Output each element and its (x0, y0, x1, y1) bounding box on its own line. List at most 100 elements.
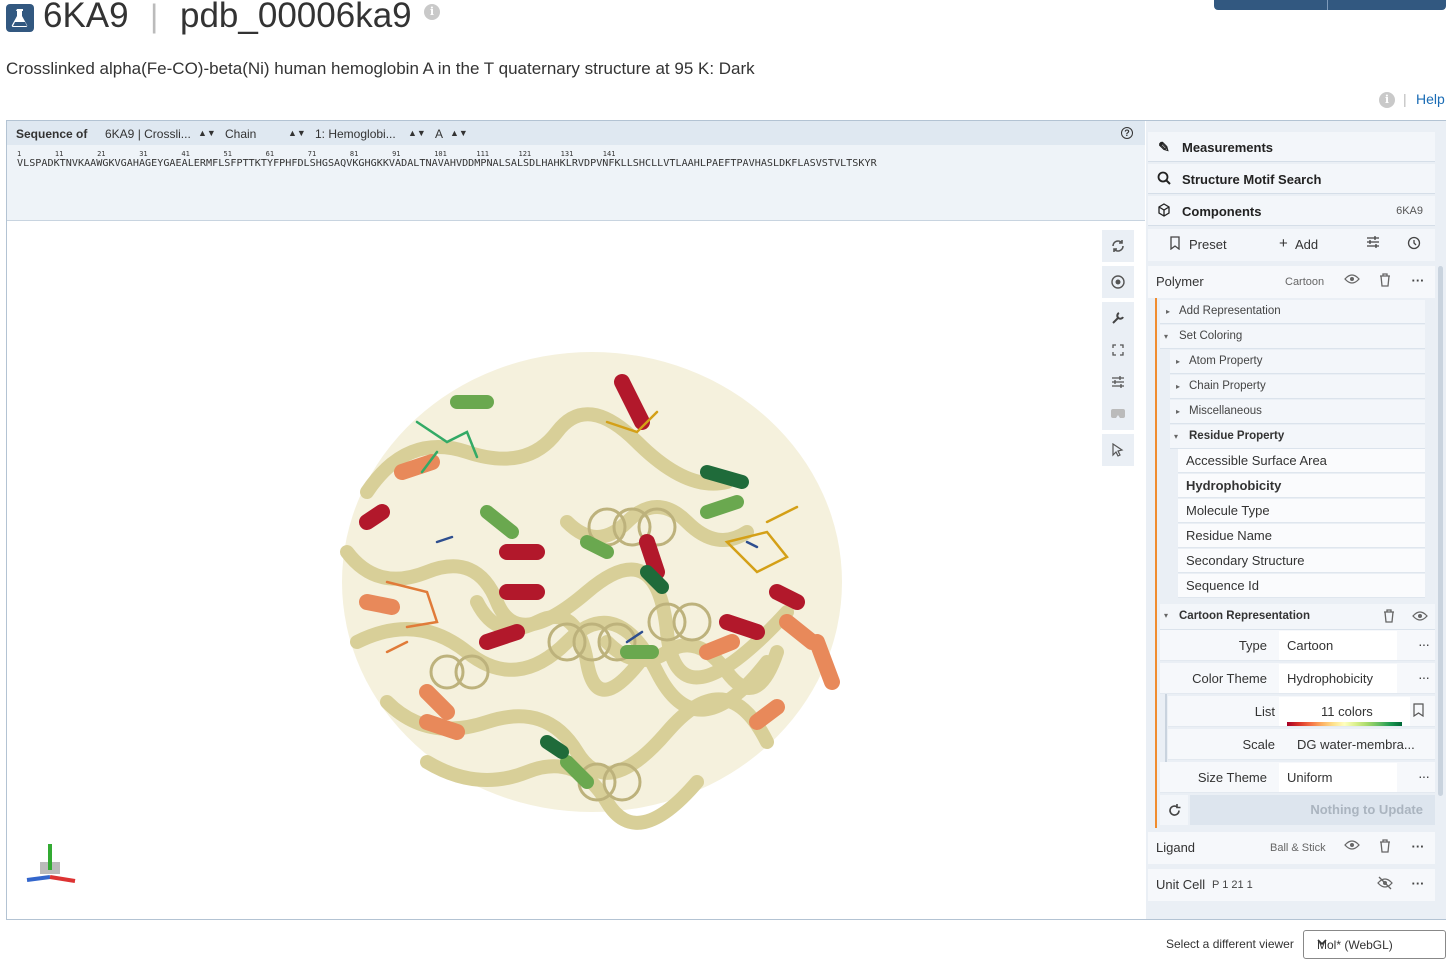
instance-select-chevron-icon[interactable]: ▲▼ (450, 128, 468, 138)
bookmark-icon[interactable] (1413, 703, 1425, 720)
caret-down-icon: ▾ (1174, 432, 1179, 441)
scale-field: Scale DG water-membra... (1168, 729, 1435, 760)
wrench-icon[interactable] (1102, 302, 1134, 334)
preset-button[interactable]: Preset (1189, 237, 1227, 252)
help-link[interactable]: Help (1416, 91, 1445, 107)
reset-camera-icon[interactable] (1102, 230, 1134, 262)
entry-id: 6KA9 (43, 0, 129, 35)
chain-mode-chevron-icon[interactable]: ▲▼ (288, 128, 306, 138)
sequence-label: Sequence of (16, 127, 88, 141)
unit-cell-row[interactable]: Unit Cell P 1 21 1 ··· (1148, 869, 1435, 901)
sequence-toolbar: Sequence of 6KA9 | Crossli... ▲▼ Chain ▲… (7, 121, 1145, 145)
plus-icon: + (1279, 235, 1288, 252)
polymer-accent-bar (1155, 298, 1157, 828)
measurements-header[interactable]: ✎ Measurements (1148, 132, 1435, 162)
more-icon[interactable]: ··· (1418, 669, 1430, 685)
atom-property-item[interactable]: ▸ Atom Property (1170, 350, 1425, 374)
caret-down-icon: ▾ (1164, 611, 1169, 620)
option-accessible-surface-area[interactable]: Accessible Surface Area (1178, 449, 1425, 473)
update-row: Nothing to Update (1160, 795, 1435, 825)
more-icon[interactable]: ··· (1409, 839, 1427, 857)
chain-mode-select[interactable]: Chain (225, 127, 256, 141)
nothing-to-update-button[interactable]: Nothing to Update (1190, 795, 1435, 825)
size-theme-field: Size Theme Uniform ··· (1160, 762, 1435, 793)
eye-icon[interactable] (1343, 839, 1361, 857)
screenshot-icon[interactable] (1102, 266, 1134, 298)
option-residue-name[interactable]: Residue Name (1178, 524, 1425, 548)
option-secondary-structure[interactable]: Secondary Structure (1178, 549, 1425, 573)
entity-select-chevron-icon[interactable]: ▲▼ (198, 128, 216, 138)
ligand-repr: Ball & Stick (1270, 842, 1326, 854)
components-header[interactable]: Components 6KA9 (1148, 196, 1435, 226)
chain-select-chevron-icon[interactable]: ▲▼ (408, 128, 426, 138)
select-mode-icon[interactable] (1102, 434, 1134, 466)
option-molecule-type[interactable]: Molecule Type (1178, 499, 1425, 523)
bookmark-icon (1170, 236, 1182, 253)
viewer-select-label: Select a different viewer (1166, 937, 1294, 951)
polymer-row[interactable]: Polymer Cartoon ··· (1148, 266, 1435, 298)
sequence-numbering: 1 11 21 31 41 51 61 71 81 91 101 111 121… (17, 150, 616, 158)
trash-icon[interactable] (1383, 609, 1395, 626)
option-hydrophobicity[interactable]: Hydrophobicity (1178, 474, 1425, 498)
help-separator: | (1403, 91, 1407, 107)
entity-select[interactable]: 6KA9 | Crossli... (105, 127, 191, 141)
miscellaneous-item[interactable]: ▸ Miscellaneous (1170, 400, 1425, 424)
ligand-row[interactable]: Ligand Ball & Stick ··· (1148, 832, 1435, 864)
color-theme-field: Color Theme Hydrophobicity ··· (1160, 663, 1435, 694)
settings-icon[interactable] (1102, 366, 1134, 398)
set-coloring-item[interactable]: ▾ Set Coloring (1160, 325, 1425, 349)
eye-off-icon[interactable] (1376, 876, 1394, 894)
type-field: Type Cartoon ··· (1160, 630, 1435, 661)
option-sequence-id[interactable]: Sequence Id (1178, 574, 1425, 598)
measurements-icon: ✎ (1158, 139, 1170, 155)
polymer-repr: Cartoon (1285, 276, 1325, 288)
top-button-group[interactable] (1214, 0, 1446, 10)
cartoon-representation-header[interactable]: ▾ Cartoon Representation (1160, 604, 1435, 630)
chevron-down-icon (1317, 938, 1439, 949)
sequence-residues[interactable]: VLSPADKTNVKAAWGKVGAHAGEYGAEALERMFLSFPTTK… (17, 158, 877, 169)
3d-canvas[interactable] (7, 222, 1145, 919)
caret-right-icon: ▸ (1166, 307, 1171, 316)
pdb-id: pdb_00006ka9 (180, 0, 412, 35)
hydrophobicity-colorbar (1287, 722, 1402, 726)
size-theme-select[interactable]: Uniform (1279, 763, 1397, 792)
fullscreen-icon[interactable] (1102, 334, 1134, 366)
caret-right-icon: ▸ (1176, 357, 1181, 366)
trash-icon[interactable] (1376, 273, 1394, 291)
more-icon[interactable]: ··· (1409, 876, 1427, 894)
chain-select[interactable]: 1: Hemoglobi... (315, 127, 396, 141)
options-icon[interactable] (1366, 236, 1380, 251)
protein-render[interactable] (7, 222, 1145, 919)
more-icon[interactable]: ··· (1418, 768, 1430, 784)
residue-property-item[interactable]: ▾ Residue Property (1170, 425, 1425, 449)
axes-gizmo (26, 844, 76, 883)
instance-select[interactable]: A (435, 127, 443, 141)
caret-right-icon: ▸ (1176, 382, 1181, 391)
sequence-help-icon[interactable]: ? (1121, 127, 1133, 139)
refresh-icon[interactable] (1160, 795, 1188, 825)
history-icon[interactable] (1407, 236, 1421, 253)
eye-icon[interactable] (1412, 610, 1428, 625)
search-icon (1156, 171, 1172, 187)
viewer-select[interactable]: Mol* (WebGL) (1303, 930, 1446, 959)
add-button[interactable]: Add (1295, 237, 1318, 252)
caret-down-icon: ▾ (1164, 332, 1169, 341)
type-select[interactable]: Cartoon (1279, 631, 1397, 660)
vr-icon[interactable] (1102, 398, 1134, 430)
color-theme-select[interactable]: Hydrophobicity (1279, 664, 1397, 693)
help-info-icon[interactable]: i (1379, 92, 1395, 108)
more-icon[interactable]: ··· (1418, 636, 1430, 652)
panel-scrollbar[interactable] (1438, 266, 1443, 796)
components-entry-id: 6KA9 (1396, 205, 1423, 217)
add-representation-item[interactable]: ▸ Add Representation (1160, 300, 1425, 324)
flask-logo-icon (6, 4, 34, 32)
more-icon[interactable]: ··· (1409, 273, 1427, 291)
cube-icon (1156, 203, 1172, 219)
chain-property-item[interactable]: ▸ Chain Property (1170, 375, 1425, 399)
info-icon[interactable]: i (424, 4, 440, 20)
trash-icon[interactable] (1376, 839, 1394, 857)
scale-select[interactable]: DG water-membra... (1289, 730, 1429, 759)
motif-search-header[interactable]: Structure Motif Search (1148, 164, 1435, 194)
eye-icon[interactable] (1343, 273, 1361, 291)
components-actions: Preset + Add (1148, 229, 1435, 261)
